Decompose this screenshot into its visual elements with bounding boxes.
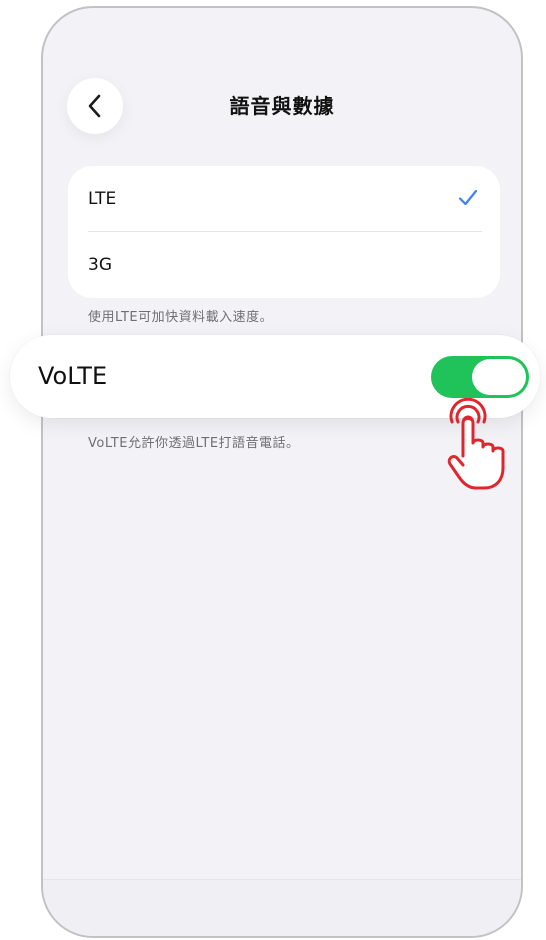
- navigation-bar: 語音與數據: [43, 74, 521, 138]
- checkmark-icon: [458, 189, 478, 211]
- option-lte-label: LTE: [88, 189, 117, 209]
- option-3g[interactable]: 3G: [68, 232, 500, 298]
- option-lte[interactable]: LTE: [68, 166, 500, 232]
- network-footnote: 使用LTE可加快資料載入速度。: [88, 310, 274, 325]
- screen: 語音與數據 LTE 3G 使用LTE可加快資料載入速度。 VoLTE允許你透過L…: [0, 0, 546, 940]
- volte-label: VoLTE: [38, 362, 108, 390]
- volte-footnote: VoLTE允許你透過LTE打語音電話。: [88, 436, 300, 451]
- volte-toggle[interactable]: [431, 356, 529, 398]
- toggle-knob: [472, 359, 526, 395]
- network-options-card: LTE 3G: [68, 166, 500, 298]
- page-title: 語音與數據: [229, 94, 335, 118]
- option-3g-label: 3G: [88, 255, 112, 275]
- tap-hand-icon: [438, 397, 510, 498]
- bottom-area: [43, 879, 521, 936]
